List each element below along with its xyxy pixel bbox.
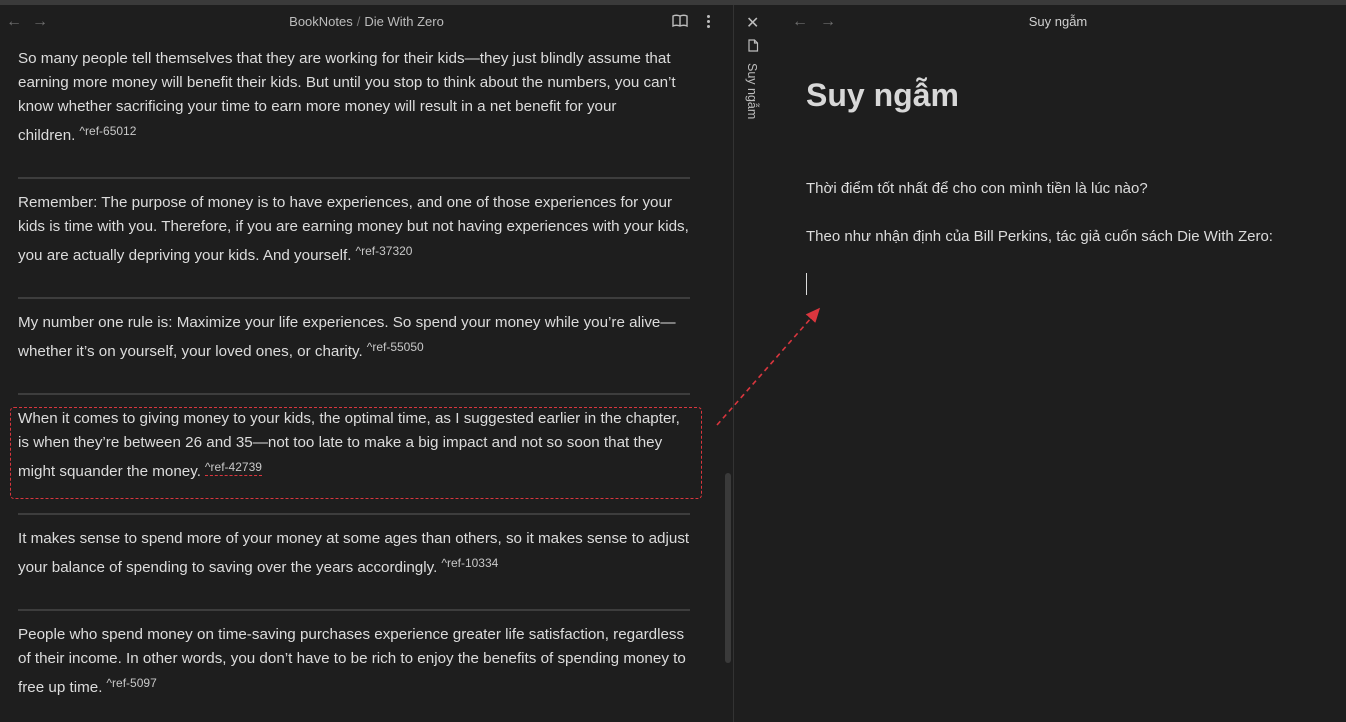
scrollbar-thumb[interactable] (725, 473, 731, 663)
breadcrumb-separator: / (356, 14, 361, 29)
block-reference[interactable]: ^ref-65012 (79, 124, 136, 138)
block-reference[interactable]: ^ref-10334 (441, 556, 498, 570)
close-icon[interactable]: ✕ (746, 13, 759, 33)
note-line[interactable]: Thời điểm tốt nhất để cho con mình tiền … (806, 180, 1148, 197)
breadcrumb-note[interactable]: Die With Zero (364, 14, 443, 29)
highlight-paragraph: Remember: The purpose of money is to hav… (18, 191, 693, 268)
horizontal-rule (18, 609, 690, 611)
side-strip: ✕ Suy ngẫm (734, 5, 770, 722)
more-vertical-icon[interactable] (700, 13, 716, 31)
paragraph-text: My number one rule is: Maximize your lif… (18, 314, 676, 360)
horizontal-rule (18, 393, 690, 395)
paragraph-text: Remember: The purpose of money is to hav… (18, 194, 689, 264)
note-heading[interactable]: Suy ngẫm (806, 77, 959, 114)
horizontal-rule (18, 177, 690, 179)
vertical-tab-title[interactable]: Suy ngẫm (745, 63, 759, 119)
annotation-highlight-box (10, 407, 702, 499)
block-reference[interactable]: ^ref-5097 (106, 676, 156, 690)
text-cursor[interactable] (806, 273, 807, 295)
note-line[interactable]: Theo như nhận định của Bill Perkins, tác… (806, 228, 1273, 245)
left-editor-pane: ← → BookNotes / Die With Zero So many peop… (0, 5, 733, 722)
block-reference[interactable]: ^ref-37320 (355, 244, 412, 258)
paragraph-text: It makes sense to spend more of your mon… (18, 530, 690, 576)
horizontal-rule (18, 513, 690, 515)
pane-title: Suy ngẫm (1028, 14, 1088, 29)
file-icon[interactable] (747, 39, 759, 57)
block-reference[interactable]: ^ref-55050 (367, 340, 424, 354)
highlight-paragraph: My number one rule is: Maximize your lif… (18, 311, 693, 364)
book-open-icon[interactable] (672, 14, 688, 33)
highlight-paragraph: People who spend money on time-saving pu… (18, 623, 693, 700)
highlight-paragraph: It makes sense to spend more of your mon… (18, 527, 693, 580)
breadcrumb-folder[interactable]: BookNotes (289, 14, 353, 29)
breadcrumb: BookNotes / Die With Zero (0, 14, 733, 29)
highlight-paragraph: So many people tell themselves that they… (18, 47, 693, 148)
horizontal-rule (18, 297, 690, 299)
left-pane-header: ← → BookNotes / Die With Zero (0, 5, 733, 39)
right-editor-pane: ← → Suy ngẫm Suy ngẫm Thời điểm tốt nhất… (770, 5, 1346, 722)
